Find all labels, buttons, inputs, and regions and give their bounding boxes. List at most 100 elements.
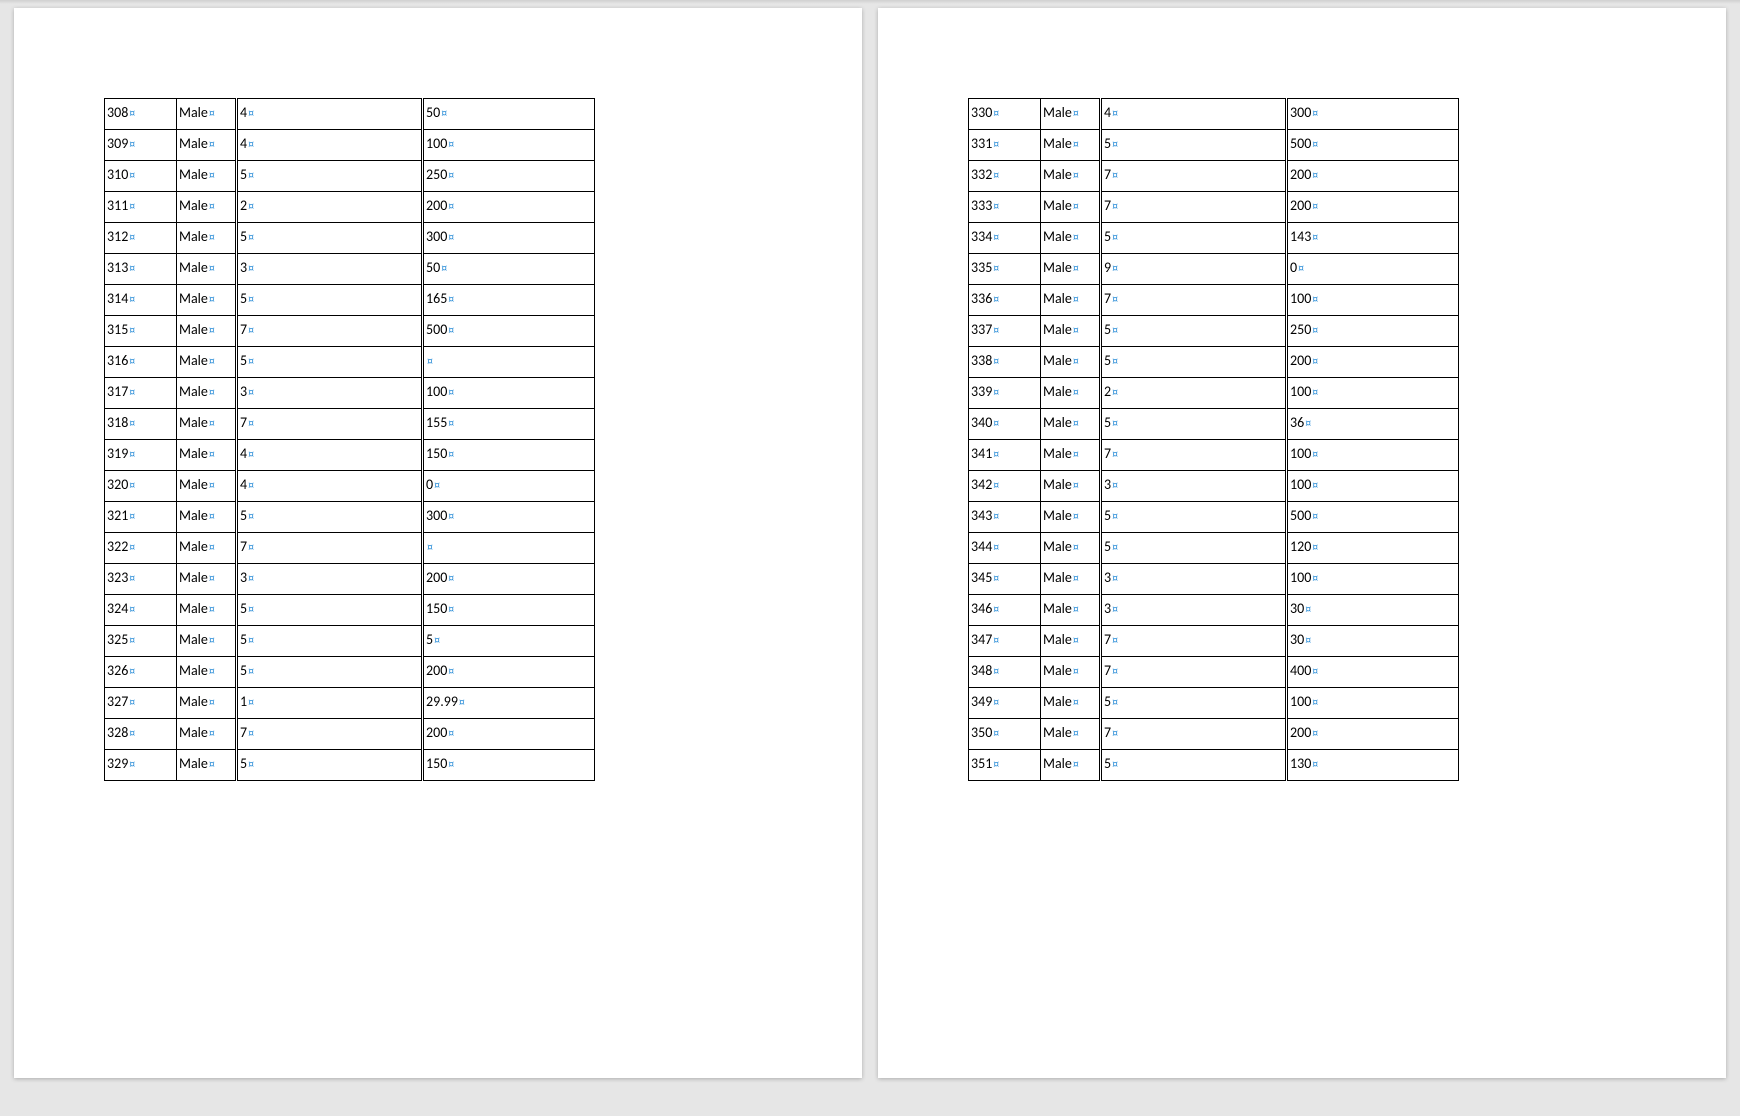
cell-id[interactable]: 319¤: [105, 440, 177, 471]
cell-col4[interactable]: 50¤: [423, 254, 595, 285]
cell-col4[interactable]: 143¤: [1287, 223, 1459, 254]
table-row[interactable]: 314¤Male¤5¤165¤: [105, 285, 595, 316]
table-row[interactable]: 311¤Male¤2¤200¤: [105, 192, 595, 223]
cell-col4[interactable]: 500¤: [423, 316, 595, 347]
cell-id[interactable]: 339¤: [969, 378, 1041, 409]
cell-col4[interactable]: 130¤: [1287, 750, 1459, 781]
cell-gender[interactable]: Male¤: [177, 254, 237, 285]
cell-col4[interactable]: 36¤: [1287, 409, 1459, 440]
cell-gender[interactable]: Male¤: [177, 99, 237, 130]
table-row[interactable]: 330¤Male¤4¤300¤: [969, 99, 1459, 130]
cell-col3[interactable]: 3¤: [237, 254, 423, 285]
cell-id[interactable]: 321¤: [105, 502, 177, 533]
cell-gender[interactable]: Male¤: [1041, 99, 1101, 130]
table-row[interactable]: 309¤Male¤4¤100¤: [105, 130, 595, 161]
table-row[interactable]: 345¤Male¤3¤100¤: [969, 564, 1459, 595]
data-table-left[interactable]: 308¤Male¤4¤50¤309¤Male¤4¤100¤310¤Male¤5¤…: [104, 98, 595, 781]
cell-col4[interactable]: 400¤: [1287, 657, 1459, 688]
cell-id[interactable]: 335¤: [969, 254, 1041, 285]
cell-id[interactable]: 325¤: [105, 626, 177, 657]
cell-col4[interactable]: 0¤: [1287, 254, 1459, 285]
cell-col4[interactable]: 0¤: [423, 471, 595, 502]
table-row[interactable]: 328¤Male¤7¤200¤: [105, 719, 595, 750]
cell-col3[interactable]: 4¤: [237, 471, 423, 502]
cell-gender[interactable]: Male¤: [177, 316, 237, 347]
cell-col3[interactable]: 5¤: [1101, 223, 1287, 254]
cell-gender[interactable]: Male¤: [1041, 533, 1101, 564]
cell-col3[interactable]: 5¤: [1101, 502, 1287, 533]
table-row[interactable]: 322¤Male¤7¤¤: [105, 533, 595, 564]
cell-gender[interactable]: Male¤: [1041, 626, 1101, 657]
cell-gender[interactable]: Male¤: [177, 626, 237, 657]
cell-col4[interactable]: 250¤: [423, 161, 595, 192]
cell-col3[interactable]: 5¤: [237, 161, 423, 192]
cell-col4[interactable]: 200¤: [423, 657, 595, 688]
cell-id[interactable]: 340¤: [969, 409, 1041, 440]
cell-col3[interactable]: 3¤: [1101, 564, 1287, 595]
cell-id[interactable]: 328¤: [105, 719, 177, 750]
cell-gender[interactable]: Male¤: [177, 192, 237, 223]
cell-col4[interactable]: 100¤: [1287, 471, 1459, 502]
cell-id[interactable]: 315¤: [105, 316, 177, 347]
table-row[interactable]: 343¤Male¤5¤500¤: [969, 502, 1459, 533]
cell-id[interactable]: 316¤: [105, 347, 177, 378]
cell-col4[interactable]: ¤: [423, 533, 595, 564]
cell-gender[interactable]: Male¤: [1041, 688, 1101, 719]
cell-col3[interactable]: 5¤: [237, 750, 423, 781]
cell-gender[interactable]: Male¤: [1041, 750, 1101, 781]
cell-id[interactable]: 341¤: [969, 440, 1041, 471]
cell-col3[interactable]: 5¤: [1101, 130, 1287, 161]
cell-col4[interactable]: 200¤: [423, 719, 595, 750]
table-row[interactable]: 318¤Male¤7¤155¤: [105, 409, 595, 440]
table-row[interactable]: 326¤Male¤5¤200¤: [105, 657, 595, 688]
cell-id[interactable]: 311¤: [105, 192, 177, 223]
table-row[interactable]: 350¤Male¤7¤200¤: [969, 719, 1459, 750]
table-row[interactable]: 339¤Male¤2¤100¤: [969, 378, 1459, 409]
cell-col4[interactable]: 500¤: [1287, 502, 1459, 533]
table-row[interactable]: 317¤Male¤3¤100¤: [105, 378, 595, 409]
cell-col4[interactable]: 5¤: [423, 626, 595, 657]
cell-col3[interactable]: 7¤: [237, 409, 423, 440]
table-row[interactable]: 325¤Male¤5¤5¤: [105, 626, 595, 657]
cell-col4[interactable]: 30¤: [1287, 626, 1459, 657]
cell-id[interactable]: 336¤: [969, 285, 1041, 316]
cell-col4[interactable]: 155¤: [423, 409, 595, 440]
cell-col3[interactable]: 1¤: [237, 688, 423, 719]
cell-gender[interactable]: Male¤: [1041, 471, 1101, 502]
table-row[interactable]: 327¤Male¤1¤29.99¤: [105, 688, 595, 719]
cell-id[interactable]: 350¤: [969, 719, 1041, 750]
table-row[interactable]: 308¤Male¤4¤50¤: [105, 99, 595, 130]
cell-id[interactable]: 326¤: [105, 657, 177, 688]
cell-gender[interactable]: Male¤: [1041, 378, 1101, 409]
table-row[interactable]: 346¤Male¤3¤30¤: [969, 595, 1459, 626]
cell-col4[interactable]: 300¤: [423, 502, 595, 533]
table-row[interactable]: 348¤Male¤7¤400¤: [969, 657, 1459, 688]
table-row[interactable]: 341¤Male¤7¤100¤: [969, 440, 1459, 471]
cell-col4[interactable]: 100¤: [1287, 440, 1459, 471]
table-row[interactable]: 331¤Male¤5¤500¤: [969, 130, 1459, 161]
cell-id[interactable]: 313¤: [105, 254, 177, 285]
cell-gender[interactable]: Male¤: [177, 409, 237, 440]
cell-gender[interactable]: Male¤: [177, 502, 237, 533]
cell-col4[interactable]: 50¤: [423, 99, 595, 130]
cell-col4[interactable]: 200¤: [1287, 719, 1459, 750]
cell-col3[interactable]: 7¤: [237, 316, 423, 347]
cell-col3[interactable]: 5¤: [237, 626, 423, 657]
cell-gender[interactable]: Male¤: [1041, 223, 1101, 254]
cell-gender[interactable]: Male¤: [1041, 285, 1101, 316]
cell-col3[interactable]: 5¤: [237, 595, 423, 626]
cell-col4[interactable]: 100¤: [1287, 688, 1459, 719]
cell-col3[interactable]: 5¤: [1101, 750, 1287, 781]
cell-col4[interactable]: 150¤: [423, 750, 595, 781]
cell-col3[interactable]: 5¤: [237, 223, 423, 254]
cell-col4[interactable]: 200¤: [423, 192, 595, 223]
cell-gender[interactable]: Male¤: [1041, 657, 1101, 688]
cell-id[interactable]: 320¤: [105, 471, 177, 502]
cell-gender[interactable]: Male¤: [177, 285, 237, 316]
cell-col4[interactable]: 29.99¤: [423, 688, 595, 719]
cell-gender[interactable]: Male¤: [1041, 130, 1101, 161]
cell-col4[interactable]: 200¤: [423, 564, 595, 595]
cell-col4[interactable]: 100¤: [423, 130, 595, 161]
cell-col3[interactable]: 7¤: [1101, 657, 1287, 688]
cell-id[interactable]: 348¤: [969, 657, 1041, 688]
